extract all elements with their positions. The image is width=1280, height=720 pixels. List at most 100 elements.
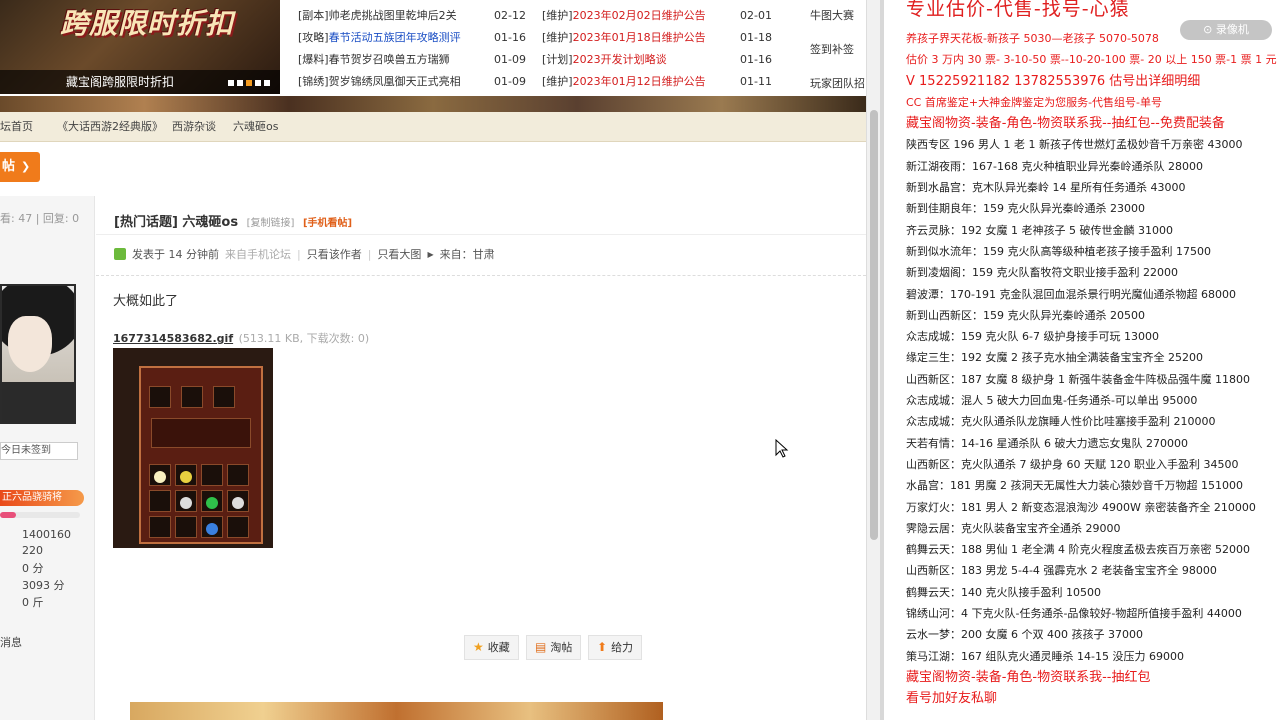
rank-progress-fill [0, 512, 16, 518]
news-item[interactable]: [维护]2023年02月02日维护公告 02-01 [542, 5, 772, 27]
pager-dot[interactable] [246, 80, 252, 86]
up-arrow-icon: ⬆ [597, 640, 608, 654]
news-item-text[interactable]: 2023年01月12日维护公告 [573, 75, 706, 88]
page-scrollbar[interactable] [866, 0, 880, 720]
overlay-line: 新江湖夜雨：167-168 克火种植职业异光秦岭通杀队 28000 [906, 159, 1203, 173]
copy-link-button[interactable]: [复制链接] [247, 218, 295, 229]
overlay-line: CC 首席鉴定+大神金牌鉴定为您服务-代售组号-单号 [906, 95, 1163, 109]
post-location: 来自：甘肃 [439, 248, 495, 261]
overlay-line: 万家灯火：181 男人 2 新变态混浪淘沙 4900W 亲密装备齐全 21000… [906, 500, 1256, 514]
only-large-image-link[interactable]: 只看大图 [377, 246, 421, 262]
news-item-text[interactable]: 贺岁锦绣凤凰御天正式亮相 [329, 75, 461, 88]
caret-right-icon: ▶ [427, 249, 434, 259]
news-list-right: 牛图大赛 签到补签 玩家团队招 [810, 5, 870, 107]
overlay-line: 陕西专区 196 男人 1 老 1 新孩子传世燃灯孟极妙音千万亲密 43000 [906, 138, 1243, 152]
overlay-line: 鹤舞云天：140 克火队接手盈利 10500 [906, 585, 1101, 599]
post-meta: 发表于 14 分钟前 来自手机论坛 | 只看该作者 | 只看大图 ▶ 来自：甘肃 [114, 246, 495, 262]
collect-button[interactable]: ▤ 淘帖 [526, 635, 582, 660]
overlay-line: 新到山西新区：159 克火队异光秦岭通杀 20500 [906, 308, 1145, 322]
promo-banner[interactable]: 跨服限时折扣 藏宝阁跨服限时折扣 [0, 0, 280, 94]
news-item-title[interactable]: [副本]帅老虎挑战图里乾坤后2关 [298, 5, 457, 27]
news-item[interactable]: [计划]2023开发计划略谈 01-16 [542, 49, 772, 71]
overlay-listing: 养孩子界天花板-新孩子 5030—老孩子 5070-5078 估价 3 万内 30… [906, 28, 1280, 710]
like-button[interactable]: ⬆ 给力 [588, 635, 643, 660]
scrollbar-thumb[interactable] [870, 110, 878, 540]
news-item-title[interactable]: [维护]2023年01月18日维护公告 [542, 27, 706, 49]
pager-dot[interactable] [264, 80, 270, 86]
overlay-title: 专业估价-代售-找号-心猿 [906, 0, 1130, 20]
news-item-title[interactable]: [攻略]春节活动五族团年攻略测评 [298, 27, 461, 49]
breadcrumb-subsection[interactable]: 西游杂谈 [172, 112, 216, 142]
news-item[interactable]: [维护]2023年01月12日维护公告 01-11 [542, 71, 772, 93]
new-post-button[interactable]: 帖 ❯ [0, 152, 40, 182]
favorite-button[interactable]: ★ 收藏 [464, 635, 519, 660]
signin-status-button[interactable]: 今日未签到 [0, 442, 78, 460]
like-label: 给力 [611, 641, 634, 654]
rank-badge: 正六品骁骑将 [0, 490, 84, 506]
news-item-text[interactable]: 春节活动五族团年攻略测评 [329, 31, 461, 44]
news-item[interactable]: [维护]2023年01月18日维护公告 01-18 [542, 27, 772, 49]
news-item[interactable]: [锦绣]贺岁锦绣凤凰御天正式亮相 01-09 [298, 71, 526, 93]
overlay-line: 新到水晶宫：克木队异光秦岭 14 星所有任务通杀 43000 [906, 181, 1186, 195]
news-item-title[interactable]: [维护]2023年02月02日维护公告 [542, 5, 706, 27]
news-item-title[interactable]: [维护]2023年01月12日维护公告 [542, 71, 706, 93]
post-title: [热门话题] 六魂砸os [复制链接] [手机看帖] [114, 211, 352, 230]
breadcrumb-section[interactable]: 《大话西游2经典版》 [57, 112, 163, 142]
overlay-line: 碧波潭：170-191 克金队混回血混杀景行明光魔仙通杀物超 68000 [906, 287, 1236, 301]
attachment: 1677314583682.gif (513.11 KB, 下载次数: 0) [113, 330, 369, 346]
news-item-text[interactable]: 2023年01月18日维护公告 [573, 31, 706, 44]
news-item[interactable]: [攻略]春节活动五族团年攻略测评 01-16 [298, 27, 526, 49]
news-item-tag: [攻略] [298, 31, 329, 44]
overlay-line: 天若有情：14-16 星通杀队 6 破大力遗忘女鬼队 270000 [906, 436, 1188, 450]
message-link[interactable]: 消息 [0, 634, 22, 650]
news-item-tag: [副本] [298, 9, 329, 22]
news-link[interactable]: 玩家团队招 [810, 73, 870, 95]
overlay-line: 新到佳期良年：159 克火队异光秦岭通杀 23000 [906, 202, 1145, 216]
news-item-date: 01-09 [494, 75, 526, 88]
news-item[interactable]: [副本]帅老虎挑战图里乾坤后2关 02-12 [298, 5, 526, 27]
news-item-date: 01-18 [740, 31, 772, 44]
overlay-line: 众志成城：混人 5 破大力回血鬼-任务通杀-可以单出 95000 [906, 394, 1198, 408]
author-sidebar: 看: 47 | 回复: 0 今日未签到 正六品骁骑将 1400160 220 0… [0, 196, 95, 720]
news-item-tag: [维护] [542, 9, 573, 22]
news-item-title[interactable]: [计划]2023开发计划略谈 [542, 49, 667, 71]
mobile-view-link[interactable]: [手机看帖] [303, 218, 352, 229]
overlay-line: 新到似水流年：159 克火队高等级种植老孩子接手盈利 17500 [906, 244, 1211, 258]
chevron-right-icon: ❯ [21, 160, 31, 173]
overlay-line: 锦绣山河：4 下克火队-任务通杀-品像较好-物超所值接手盈利 44000 [906, 607, 1242, 621]
stream-overlay-panel: 专业估价-代售-找号-心猿 ⊙ 录像机 养孩子界天花板-新孩子 5030—老孩子… [884, 0, 1280, 720]
overlay-line: 鹤舞云天：188 男仙 1 老全满 4 阶克火程度孟极去疾百万亲密 52000 [906, 543, 1250, 557]
overlay-line: 云水一梦：200 女魔 6 个双 400 孩孩子 37000 [906, 628, 1143, 642]
bottom-banner[interactable] [130, 702, 663, 720]
news-item-date: 01-09 [494, 53, 526, 66]
news-item[interactable]: [爆料]春节贺岁召唤兽五方瑞狮 01-09 [298, 49, 526, 71]
news-link[interactable]: 签到补签 [810, 39, 870, 61]
only-author-link[interactable]: 只看该作者 [307, 246, 362, 262]
breadcrumb-forum-home[interactable]: 坛首页 [0, 112, 33, 142]
banner-pager[interactable] [228, 80, 270, 86]
decorative-strip [0, 96, 866, 112]
news-item-text[interactable]: 帅老虎挑战图里乾坤后2关 [329, 9, 457, 22]
pager-dot[interactable] [228, 80, 234, 86]
breadcrumb-topic[interactable]: 六魂砸os [233, 112, 278, 142]
news-item-title[interactable]: [锦绣]贺岁锦绣凤凰御天正式亮相 [298, 71, 461, 93]
news-item-tag: [爆料] [298, 53, 329, 66]
news-item-text[interactable]: 2023年02月02日维护公告 [573, 9, 706, 22]
pager-dot[interactable] [237, 80, 243, 86]
attachment-image[interactable] [113, 348, 273, 548]
overlay-line: 藏宝阁物资-装备-角色-物资联系我--抽红包 [906, 669, 1151, 685]
attachment-link[interactable]: 1677314583682.gif [113, 332, 233, 345]
news-link[interactable]: 牛图大赛 [810, 5, 870, 27]
news-item-tag: [锦绣] [298, 75, 329, 88]
attachment-info: (513.11 KB, 下载次数: 0) [238, 332, 370, 345]
news-item-text[interactable]: 2023开发计划略谈 [573, 53, 667, 66]
overlay-line: 缘定三生：192 女魔 2 孩子克水抽全满装备宝宝齐全 25200 [906, 351, 1203, 365]
news-item-text[interactable]: 春节贺岁召唤兽五方瑞狮 [329, 53, 450, 66]
news-item-tag: [计划] [542, 53, 573, 66]
news-list-left: [副本]帅老虎挑战图里乾坤后2关 02-12 [攻略]春节活动五族团年攻略测评 01-… [298, 5, 526, 93]
avatar[interactable] [0, 284, 76, 424]
news-item-date: 01-16 [494, 31, 526, 44]
news-item-title[interactable]: [爆料]春节贺岁召唤兽五方瑞狮 [298, 49, 450, 71]
pager-dot[interactable] [255, 80, 261, 86]
forum-page: 跨服限时折扣 藏宝阁跨服限时折扣 [副本]帅老虎挑战图里乾坤后2关 02-12 [攻… [0, 0, 880, 720]
